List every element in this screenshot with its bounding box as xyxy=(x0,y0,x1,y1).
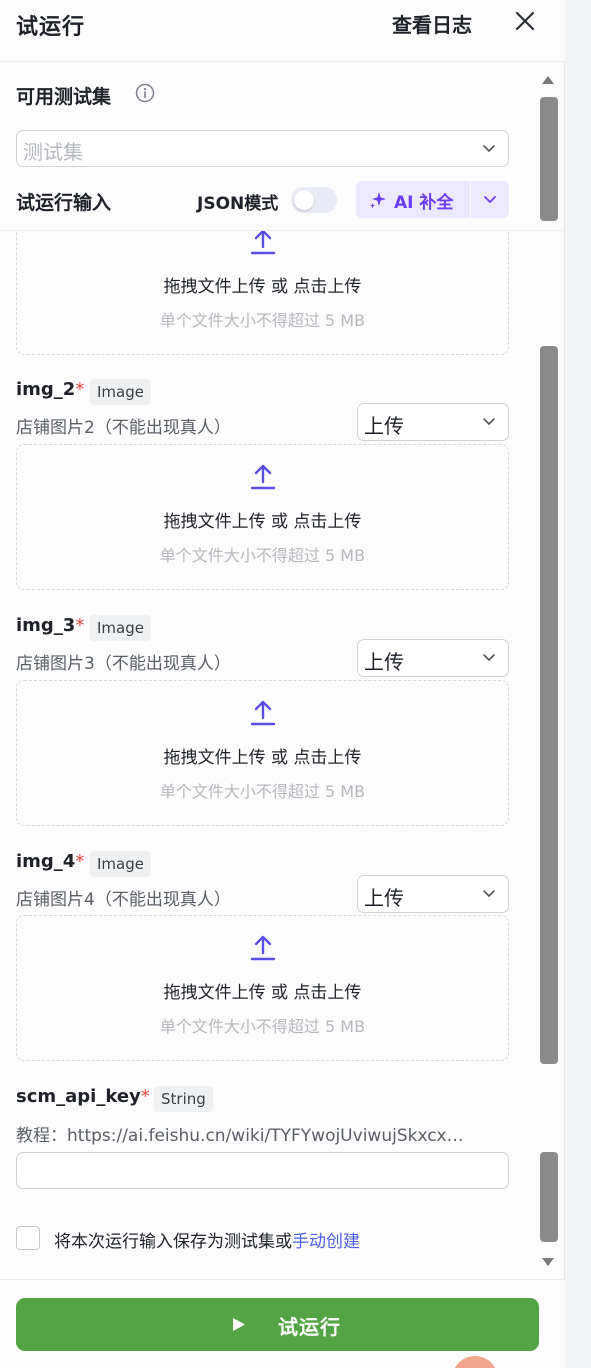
manual-create-link[interactable]: 手动创建 xyxy=(292,1232,360,1252)
chevron-down-icon xyxy=(484,196,496,203)
scrollbar[interactable] xyxy=(538,70,558,1270)
field-name-img-2: img_2* xyxy=(16,379,85,400)
panel-footer: 试运行 xyxy=(0,1279,565,1368)
testset-label: 可用测试集 xyxy=(16,86,112,108)
field-desc-img-2: 店铺图片2（不能出现真人） xyxy=(16,418,231,438)
input-mode-select-img-4[interactable]: 上传 xyxy=(357,875,509,913)
test-run-label: 试运行 xyxy=(278,1315,341,1339)
view-log-button[interactable]: 查看日志 xyxy=(392,9,472,38)
scroll-up-arrow-icon[interactable] xyxy=(540,74,556,86)
play-icon xyxy=(233,1318,245,1331)
field-desc-img-3: 店铺图片3（不能出现真人） xyxy=(16,654,231,674)
chevron-down-icon xyxy=(483,654,495,661)
upload-main-text: 拖拽文件上传 或 点击上传 xyxy=(163,512,362,532)
upload-dropzone-img-4[interactable]: 拖拽文件上传 或 点击上传 单个文件大小不得超过 5 MB xyxy=(16,915,509,1061)
save-text: 将本次运行输入保存为测试集或 xyxy=(54,1232,292,1252)
input-mode-value: 上传 xyxy=(364,650,404,674)
json-mode-toggle[interactable] xyxy=(291,187,337,213)
test-run-panel: 试运行 查看日志 可用测试集 测试集 试运行输入 JSON模式 AI 补全 拖拽… xyxy=(0,0,565,1368)
upload-icon xyxy=(250,231,276,255)
json-mode-label: JSON模式 xyxy=(197,194,279,214)
upload-icon xyxy=(250,464,276,490)
input-mode-select-img-3[interactable]: 上传 xyxy=(357,639,509,677)
upload-main-text: 拖拽文件上传 或 点击上传 xyxy=(163,277,362,297)
input-mode-value: 上传 xyxy=(364,886,404,910)
upload-dropzone-img-2[interactable]: 拖拽文件上传 或 点击上传 单个文件大小不得超过 5 MB xyxy=(16,444,509,590)
field-desc-scm-api-key: 教程：https://ai.feishu.cn/wiki/TYFYwojUviw… xyxy=(16,1126,464,1146)
scrollbar-thumb-bottom[interactable] xyxy=(540,1152,558,1242)
upload-icon xyxy=(250,700,276,726)
ai-complete-label: AI 补全 xyxy=(394,193,454,213)
save-as-testset-checkbox[interactable] xyxy=(16,1226,40,1250)
upload-icon xyxy=(250,935,276,961)
ai-options-dropdown[interactable] xyxy=(471,181,509,218)
test-run-button[interactable]: 试运行 xyxy=(16,1298,539,1351)
upload-main-text: 拖拽文件上传 或 点击上传 xyxy=(163,983,362,1003)
testset-placeholder: 测试集 xyxy=(23,140,83,164)
scrollbar-thumb[interactable] xyxy=(540,346,558,1064)
upload-dropzone-img-3[interactable]: 拖拽文件上传 或 点击上传 单个文件大小不得超过 5 MB xyxy=(16,680,509,826)
upload-size-hint: 单个文件大小不得超过 5 MB xyxy=(159,311,366,330)
type-tag: Image xyxy=(90,851,151,877)
run-input-form[interactable]: 拖拽文件上传 或 点击上传 单个文件大小不得超过 5 MB img_2* Ima… xyxy=(0,230,565,1278)
chevron-down-icon xyxy=(483,890,495,897)
scrollbar-thumb-top[interactable] xyxy=(540,97,558,221)
info-icon[interactable] xyxy=(135,83,155,103)
type-tag: Image xyxy=(90,379,151,405)
input-mode-select-img-2[interactable]: 上传 xyxy=(357,403,509,441)
toggle-knob xyxy=(294,190,314,210)
testset-select[interactable]: 测试集 xyxy=(16,130,509,167)
right-edge-strip xyxy=(565,0,591,1368)
upload-main-text: 拖拽文件上传 或 点击上传 xyxy=(163,748,362,768)
close-icon[interactable] xyxy=(512,8,538,34)
field-name-img-3: img_3* xyxy=(16,615,85,636)
upload-size-hint: 单个文件大小不得超过 5 MB xyxy=(159,1017,366,1036)
scm-api-key-input[interactable] xyxy=(16,1152,509,1189)
chevron-down-icon xyxy=(483,418,495,425)
upload-size-hint: 单个文件大小不得超过 5 MB xyxy=(159,546,366,565)
scroll-down-arrow-icon[interactable] xyxy=(540,1256,556,1268)
upload-size-hint: 单个文件大小不得超过 5 MB xyxy=(159,782,366,801)
field-desc-img-4: 店铺图片4（不能出现真人） xyxy=(16,890,231,910)
type-tag: String xyxy=(154,1086,213,1112)
save-as-testset-label: 将本次运行输入保存为测试集或手动创建 xyxy=(54,1227,360,1252)
ai-complete-button[interactable]: AI 补全 xyxy=(356,181,470,218)
chevron-down-icon xyxy=(483,144,495,152)
type-tag: Image xyxy=(90,615,151,641)
run-input-label: 试运行输入 xyxy=(16,192,112,214)
field-name-scm-api-key: scm_api_key* xyxy=(16,1086,150,1107)
upload-dropzone-img-1[interactable]: 拖拽文件上传 或 点击上传 单个文件大小不得超过 5 MB xyxy=(16,231,509,355)
input-mode-value: 上传 xyxy=(364,414,404,438)
field-name-img-4: img_4* xyxy=(16,851,85,872)
panel-header: 试运行 查看日志 xyxy=(0,0,565,62)
sparkle-icon xyxy=(370,192,386,209)
panel-title: 试运行 xyxy=(16,15,86,40)
